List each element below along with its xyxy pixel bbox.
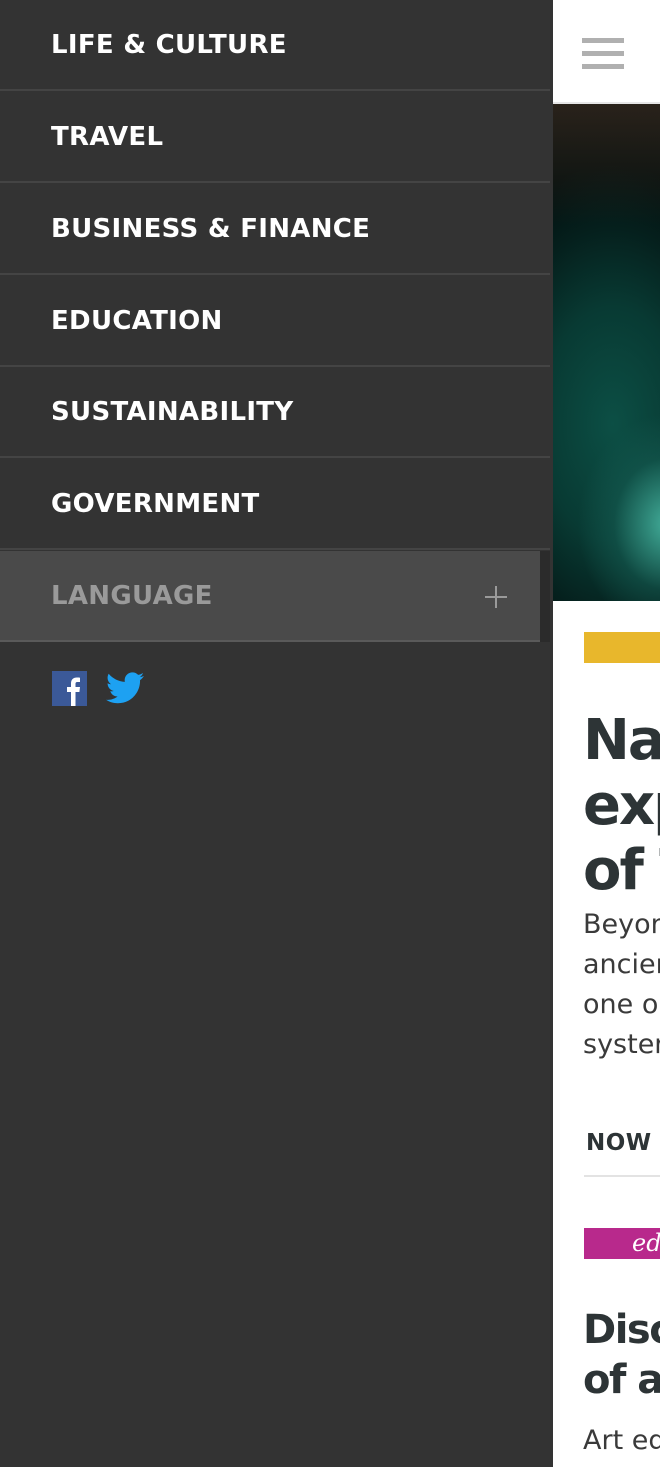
menu-item-label: EDUCATION: [51, 306, 223, 336]
hamburger-icon[interactable]: [582, 38, 624, 70]
menu-item-business-finance[interactable]: BUSINESS & FINANCE: [0, 184, 550, 275]
featured-headline[interactable]: Na exp of T: [583, 708, 660, 903]
menu-item-travel[interactable]: TRAVEL: [0, 92, 550, 183]
menu-item-label: GOVERNMENT: [51, 489, 260, 519]
plus-icon[interactable]: [485, 586, 507, 608]
section-divider: [584, 1175, 660, 1177]
menu-item-label: SUSTAINABILITY: [51, 397, 294, 427]
menu-item-life-culture[interactable]: LIFE & CULTURE: [0, 0, 550, 91]
menu-item-label: BUSINESS & FINANCE: [51, 214, 371, 244]
menu-item-label: TRAVEL: [51, 122, 164, 152]
section-label: NOW: [586, 1130, 652, 1156]
featured-summary: Beyon ancier one o systen: [583, 909, 660, 1060]
menu-item-education[interactable]: EDUCATION: [0, 276, 550, 367]
story-summary: Art ed this co: [583, 1425, 660, 1456]
menu-item-government[interactable]: GOVERNMENT: [0, 459, 550, 550]
story-category-label: ed: [632, 1229, 660, 1257]
nav-drawer: LIFE & CULTURE TRAVEL BUSINESS & FINANCE…: [0, 0, 553, 1467]
twitter-icon[interactable]: [106, 671, 144, 705]
hero-image-shade: [553, 104, 660, 224]
story-category-tag[interactable]: ed: [584, 1228, 660, 1259]
menu-item-label: LIFE & CULTURE: [51, 30, 287, 60]
featured-category-tag: [584, 632, 660, 663]
page-header: [553, 0, 660, 104]
main-page-peek[interactable]: Na exp of T Beyon ancier one o systen NO…: [553, 0, 660, 1467]
story-headline[interactable]: Disc of ar: [583, 1305, 660, 1405]
language-label: LANGUAGE: [51, 581, 213, 611]
menu-item-sustainability[interactable]: SUSTAINABILITY: [0, 367, 550, 458]
language-scroll-edge: [540, 551, 550, 642]
facebook-icon[interactable]: [52, 671, 87, 706]
language-menu-toggle[interactable]: LANGUAGE: [0, 551, 540, 642]
